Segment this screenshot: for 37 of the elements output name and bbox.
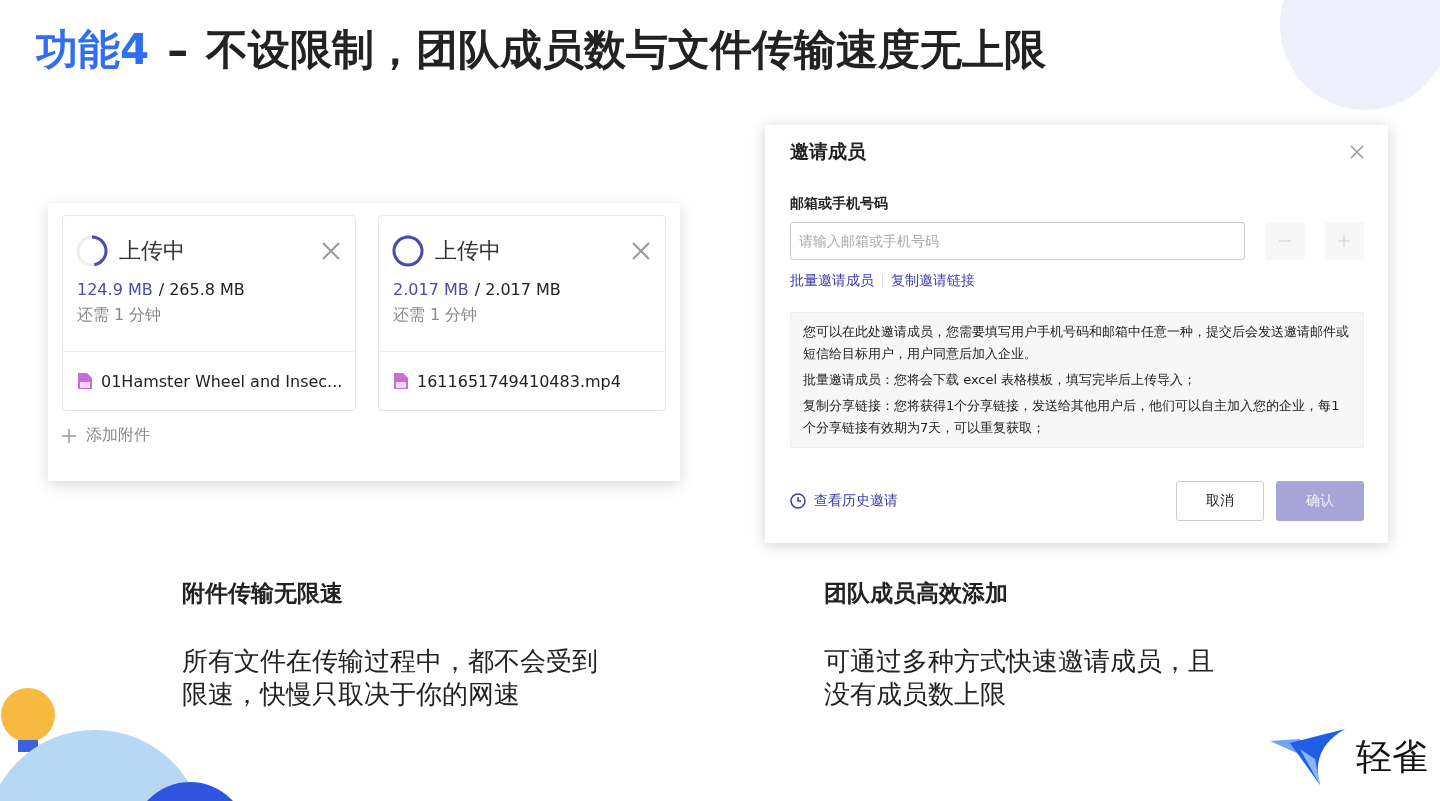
logo-text: 轻雀 [1356,734,1428,779]
invite-link[interactable]: 复制邀请链接 [891,272,975,290]
upload-status: 上传中 [435,237,502,265]
uploaded-size: 124.9 MB [77,280,153,299]
caption-text: 所有文件在传输过程中，都不会受到限速，快慢只取决于你的网速 [182,645,599,711]
progress-ring [391,234,425,268]
close-icon[interactable] [321,241,341,261]
info-text: 复制分享链接：您将获得1个分享链接，发送给其他用户后，他们可以自主加入您的企业，每1个分享链接有效期为7天，可以重复获取； [803,397,1341,437]
plus-icon [62,428,76,443]
field-label: 邮箱或手机号码 [790,195,889,213]
invite-link[interactable]: 批量邀请成员 [790,272,874,290]
progress-ring [75,234,109,268]
add-attachment-link[interactable]: 添加附件 [62,425,150,446]
file-name: 01Hamster Wheel and Insec... [101,371,343,391]
slide-title: 功能4 – 不设限制，团队成员数与文件传输速度无上限 [35,24,1047,77]
time-remaining: 还需 1 分钟 [77,305,162,324]
total-size: / 265.8 MB [158,280,245,299]
caption-heading: 附件传输无限速 [182,579,344,608]
file-icon [77,372,93,390]
time-remaining: 还需 1 分钟 [393,305,478,324]
caption-heading: 团队成员高效添加 [824,579,1009,608]
input-field[interactable]: 请输入邮箱或手机号码 [790,222,1246,260]
uploaded-size: 2.017 MB [393,280,469,299]
cancel-button[interactable]: 取消 [1176,481,1264,521]
file-name: 1611651749410483.mp4 [417,371,621,391]
info-text: 批量邀请成员：您将会下载 excel 表格模板，填写完毕后上传导入； [803,371,1198,389]
dialog-title: 邀请成员 [790,139,866,164]
plus-icon [1338,235,1351,247]
upload-status: 上传中 [119,237,186,265]
total-size: / 2.017 MB [474,280,561,299]
close-icon[interactable] [631,241,651,261]
file-icon [393,372,409,390]
info-text: 您可以在此处邀请成员，您需要填写用户手机号码和邮箱中任意一种，提交后会发送邀请邮件或短信给目标用户，用户同意后加入企业。 [803,323,1350,363]
history-link[interactable]: 查看历史邀请 [814,492,898,510]
caption-text: 可通过多种方式快速邀请成员，且没有成员数上限 [824,645,1215,711]
clock-icon [790,493,806,509]
close-icon[interactable] [1350,145,1364,159]
